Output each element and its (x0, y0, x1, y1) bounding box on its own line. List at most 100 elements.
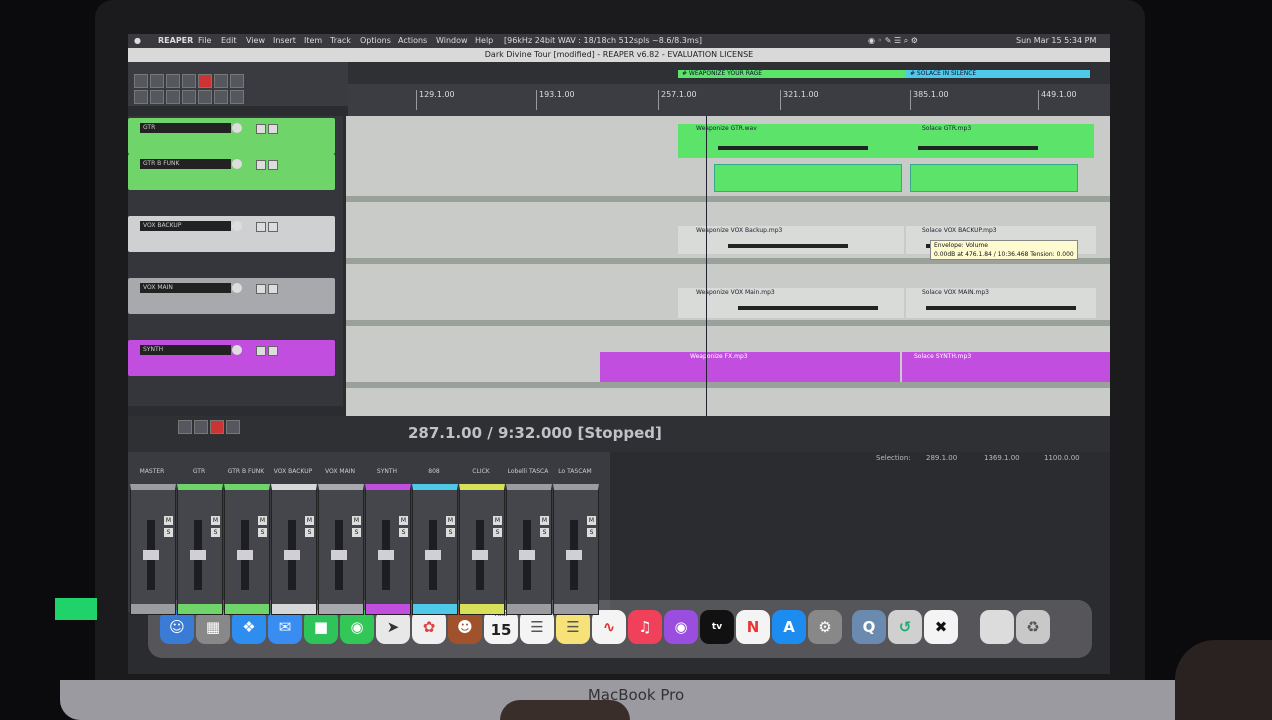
app-store-icon[interactable]: A (772, 610, 806, 644)
volume-knob[interactable] (232, 283, 242, 293)
edit-cursor[interactable] (706, 116, 707, 416)
solo-button[interactable] (268, 160, 278, 170)
track-gtr[interactable]: GTR (128, 118, 335, 154)
mixer-strip[interactable]: MS (177, 484, 223, 615)
facetime-icon[interactable]: ■ (304, 610, 338, 644)
mixer-strip[interactable]: MS (318, 484, 364, 615)
downloads-icon[interactable] (980, 610, 1014, 644)
menu-window[interactable]: Window (436, 34, 468, 48)
solo-button[interactable]: S (211, 528, 220, 537)
fader-cap[interactable] (472, 550, 488, 560)
media-item-vox-main-b[interactable]: Solace VOX MAIN.mp3 (906, 288, 1096, 318)
solo-button[interactable]: S (399, 528, 408, 537)
music-icon[interactable]: ♫ (628, 610, 662, 644)
solo-button[interactable]: S (493, 528, 502, 537)
loop-icon[interactable] (226, 420, 240, 434)
capcut-icon[interactable]: ✖ (924, 610, 958, 644)
fader-cap[interactable] (378, 550, 394, 560)
solo-button[interactable] (268, 284, 278, 294)
mute-button[interactable]: M (493, 516, 502, 525)
fader-cap[interactable] (284, 550, 300, 560)
mute-button[interactable]: M (305, 516, 314, 525)
undo-icon[interactable] (214, 74, 228, 88)
play-icon[interactable] (178, 420, 192, 434)
mute-button[interactable]: M (446, 516, 455, 525)
volume-knob[interactable] (232, 345, 242, 355)
menu-options[interactable]: Options (360, 34, 391, 48)
menu-clock[interactable]: Sun Mar 15 5:34 PM (1016, 34, 1096, 48)
menu-edit[interactable]: Edit (221, 34, 237, 48)
quicktime-icon[interactable]: Q (852, 610, 886, 644)
mixer-strip[interactable]: MS (271, 484, 317, 615)
mute-button[interactable]: M (164, 516, 173, 525)
track-name[interactable]: VOX BACKUP (140, 221, 231, 231)
new-project-icon[interactable] (134, 74, 148, 88)
open-project-icon[interactable] (150, 74, 164, 88)
mixer-strip[interactable]: MS (459, 484, 505, 615)
media-item-synth-b[interactable]: Solace SYNTH.mp3 (902, 352, 1110, 382)
mixer-strip[interactable]: MS (412, 484, 458, 615)
mixer-strip-label[interactable]: VOX MAIN (318, 468, 362, 475)
crossfade-icon[interactable] (214, 90, 228, 104)
reminders-icon[interactable]: ☰ (520, 610, 554, 644)
podcasts-icon[interactable]: ◉ (664, 610, 698, 644)
track-vox-main[interactable]: VOX MAIN (128, 278, 335, 314)
media-item-gtr-b[interactable]: Solace GTR.mp3 (906, 124, 1094, 158)
track-synth[interactable]: SYNTH (128, 340, 335, 376)
mixer-strip-label[interactable]: MASTER (130, 468, 174, 475)
news-icon[interactable]: N (736, 610, 770, 644)
mixer-strip[interactable]: MS (553, 484, 599, 615)
mute-button[interactable]: M (587, 516, 596, 525)
menu-app-name[interactable]: REAPER (158, 34, 193, 48)
solo-button[interactable]: S (258, 528, 267, 537)
region-weaponize[interactable]: # WEAPONIZE YOUR RAGE (678, 70, 910, 78)
mute-button[interactable]: M (211, 516, 220, 525)
menu-view[interactable]: View (246, 34, 265, 48)
media-item-gtr-funk-a[interactable] (714, 164, 902, 192)
fader-cap[interactable] (237, 550, 253, 560)
mixer-strip-label[interactable]: CLICK (459, 468, 503, 475)
mute-button[interactable] (256, 346, 266, 356)
notes-icon[interactable]: ☰ (556, 610, 590, 644)
mute-button[interactable]: M (399, 516, 408, 525)
mute-button[interactable] (256, 160, 266, 170)
trash-icon[interactable]: ♻ (1016, 610, 1050, 644)
track-name[interactable]: GTR B FUNK (140, 159, 231, 169)
grid-icon[interactable] (134, 90, 148, 104)
selection-length[interactable]: 1100.0.00 (1044, 454, 1080, 462)
track-name[interactable]: SYNTH (140, 345, 231, 355)
fader-cap[interactable] (190, 550, 206, 560)
mute-button[interactable] (256, 222, 266, 232)
volume-knob[interactable] (232, 159, 242, 169)
selection-end[interactable]: 1369.1.00 (984, 454, 1020, 462)
mail-icon[interactable]: ✉ (268, 610, 302, 644)
arrange-view[interactable]: Weaponize GTR.wav Solace GTR.mp3 Weaponi… (346, 116, 1110, 416)
pause-icon[interactable] (194, 420, 208, 434)
media-item-vox-main-a[interactable]: Weaponize VOX Main.mp3 (678, 288, 904, 318)
snap-icon[interactable] (150, 90, 164, 104)
mixer-strip-label[interactable]: Lo TASCAM (553, 468, 597, 475)
media-item-gtr-a[interactable]: Weaponize GTR.wav (678, 124, 906, 158)
mixer-strip-label[interactable]: GTR B FUNK (224, 468, 268, 475)
settings-icon[interactable] (182, 74, 196, 88)
menu-help[interactable]: Help (475, 34, 493, 48)
ripple-icon[interactable] (166, 90, 180, 104)
finder-icon[interactable]: ☺ (160, 610, 194, 644)
mixer-strip[interactable]: MS (224, 484, 270, 615)
redo-icon[interactable] (230, 74, 244, 88)
safari-icon[interactable]: ❖ (232, 610, 266, 644)
track-name[interactable]: GTR (140, 123, 231, 133)
menu-item[interactable]: Item (304, 34, 322, 48)
mixer-strip-label[interactable]: VOX BACKUP (271, 468, 315, 475)
contacts-icon[interactable]: ☻ (448, 610, 482, 644)
menu-track[interactable]: Track (330, 34, 351, 48)
solo-button[interactable] (268, 124, 278, 134)
apple-icon[interactable]: ● (134, 34, 141, 48)
mixer-strip-label[interactable]: SYNTH (365, 468, 409, 475)
system-settings-icon[interactable]: ⚙ (808, 610, 842, 644)
fader-cap[interactable] (519, 550, 535, 560)
envelope-icon[interactable] (198, 90, 212, 104)
fader-cap[interactable] (566, 550, 582, 560)
mute-button[interactable] (256, 124, 266, 134)
mixer-strip-label[interactable]: Lobelli TASCA (506, 468, 550, 475)
